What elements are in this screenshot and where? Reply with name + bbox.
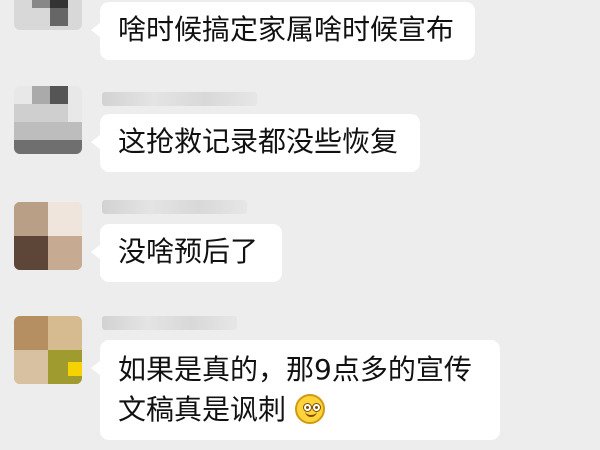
dizzy-face-emoji [294,394,325,424]
avatar[interactable] [14,86,82,154]
message-row: 如果是真的，那9点多的宣传 文稿真是讽刺 [0,304,600,450]
message-bubble[interactable]: 没啥预后了 [91,224,282,282]
message-text: 啥时候搞定家属啥时候宣布 [118,13,455,46]
message-text: 这抢救记录都没些恢复 [118,125,399,158]
avatar[interactable] [14,202,82,270]
message-bubble[interactable]: 啥时候搞定家属啥时候宣布 [91,2,475,60]
message-text: 没啥预后了 [118,235,259,268]
message-text-line-with-emoji: 文稿真是讽刺 [118,390,482,430]
message-row: 没啥预后了 [0,190,600,290]
message-row: 啥时候搞定家属啥时候宣布 [0,0,600,80]
sender-name [102,92,257,106]
message-text-line: 如果是真的，那9点多的宣传 [118,353,472,386]
sender-name [102,316,237,330]
avatar[interactable] [14,316,82,384]
chat-window: 啥时候搞定家属啥时候宣布 这抢救记录都没些恢复 没啥预后了 如果是真的，那9点多… [0,0,600,450]
message-bubble[interactable]: 这抢救记录都没些恢复 [91,114,420,172]
message-text: 文稿真是讽刺 [118,393,287,426]
sender-name [102,200,247,214]
message-row: 这抢救记录都没些恢复 [0,86,600,188]
message-bubble[interactable]: 如果是真的，那9点多的宣传 文稿真是讽刺 [91,340,500,440]
avatar[interactable] [14,0,82,30]
emoji-mouth [304,411,317,417]
